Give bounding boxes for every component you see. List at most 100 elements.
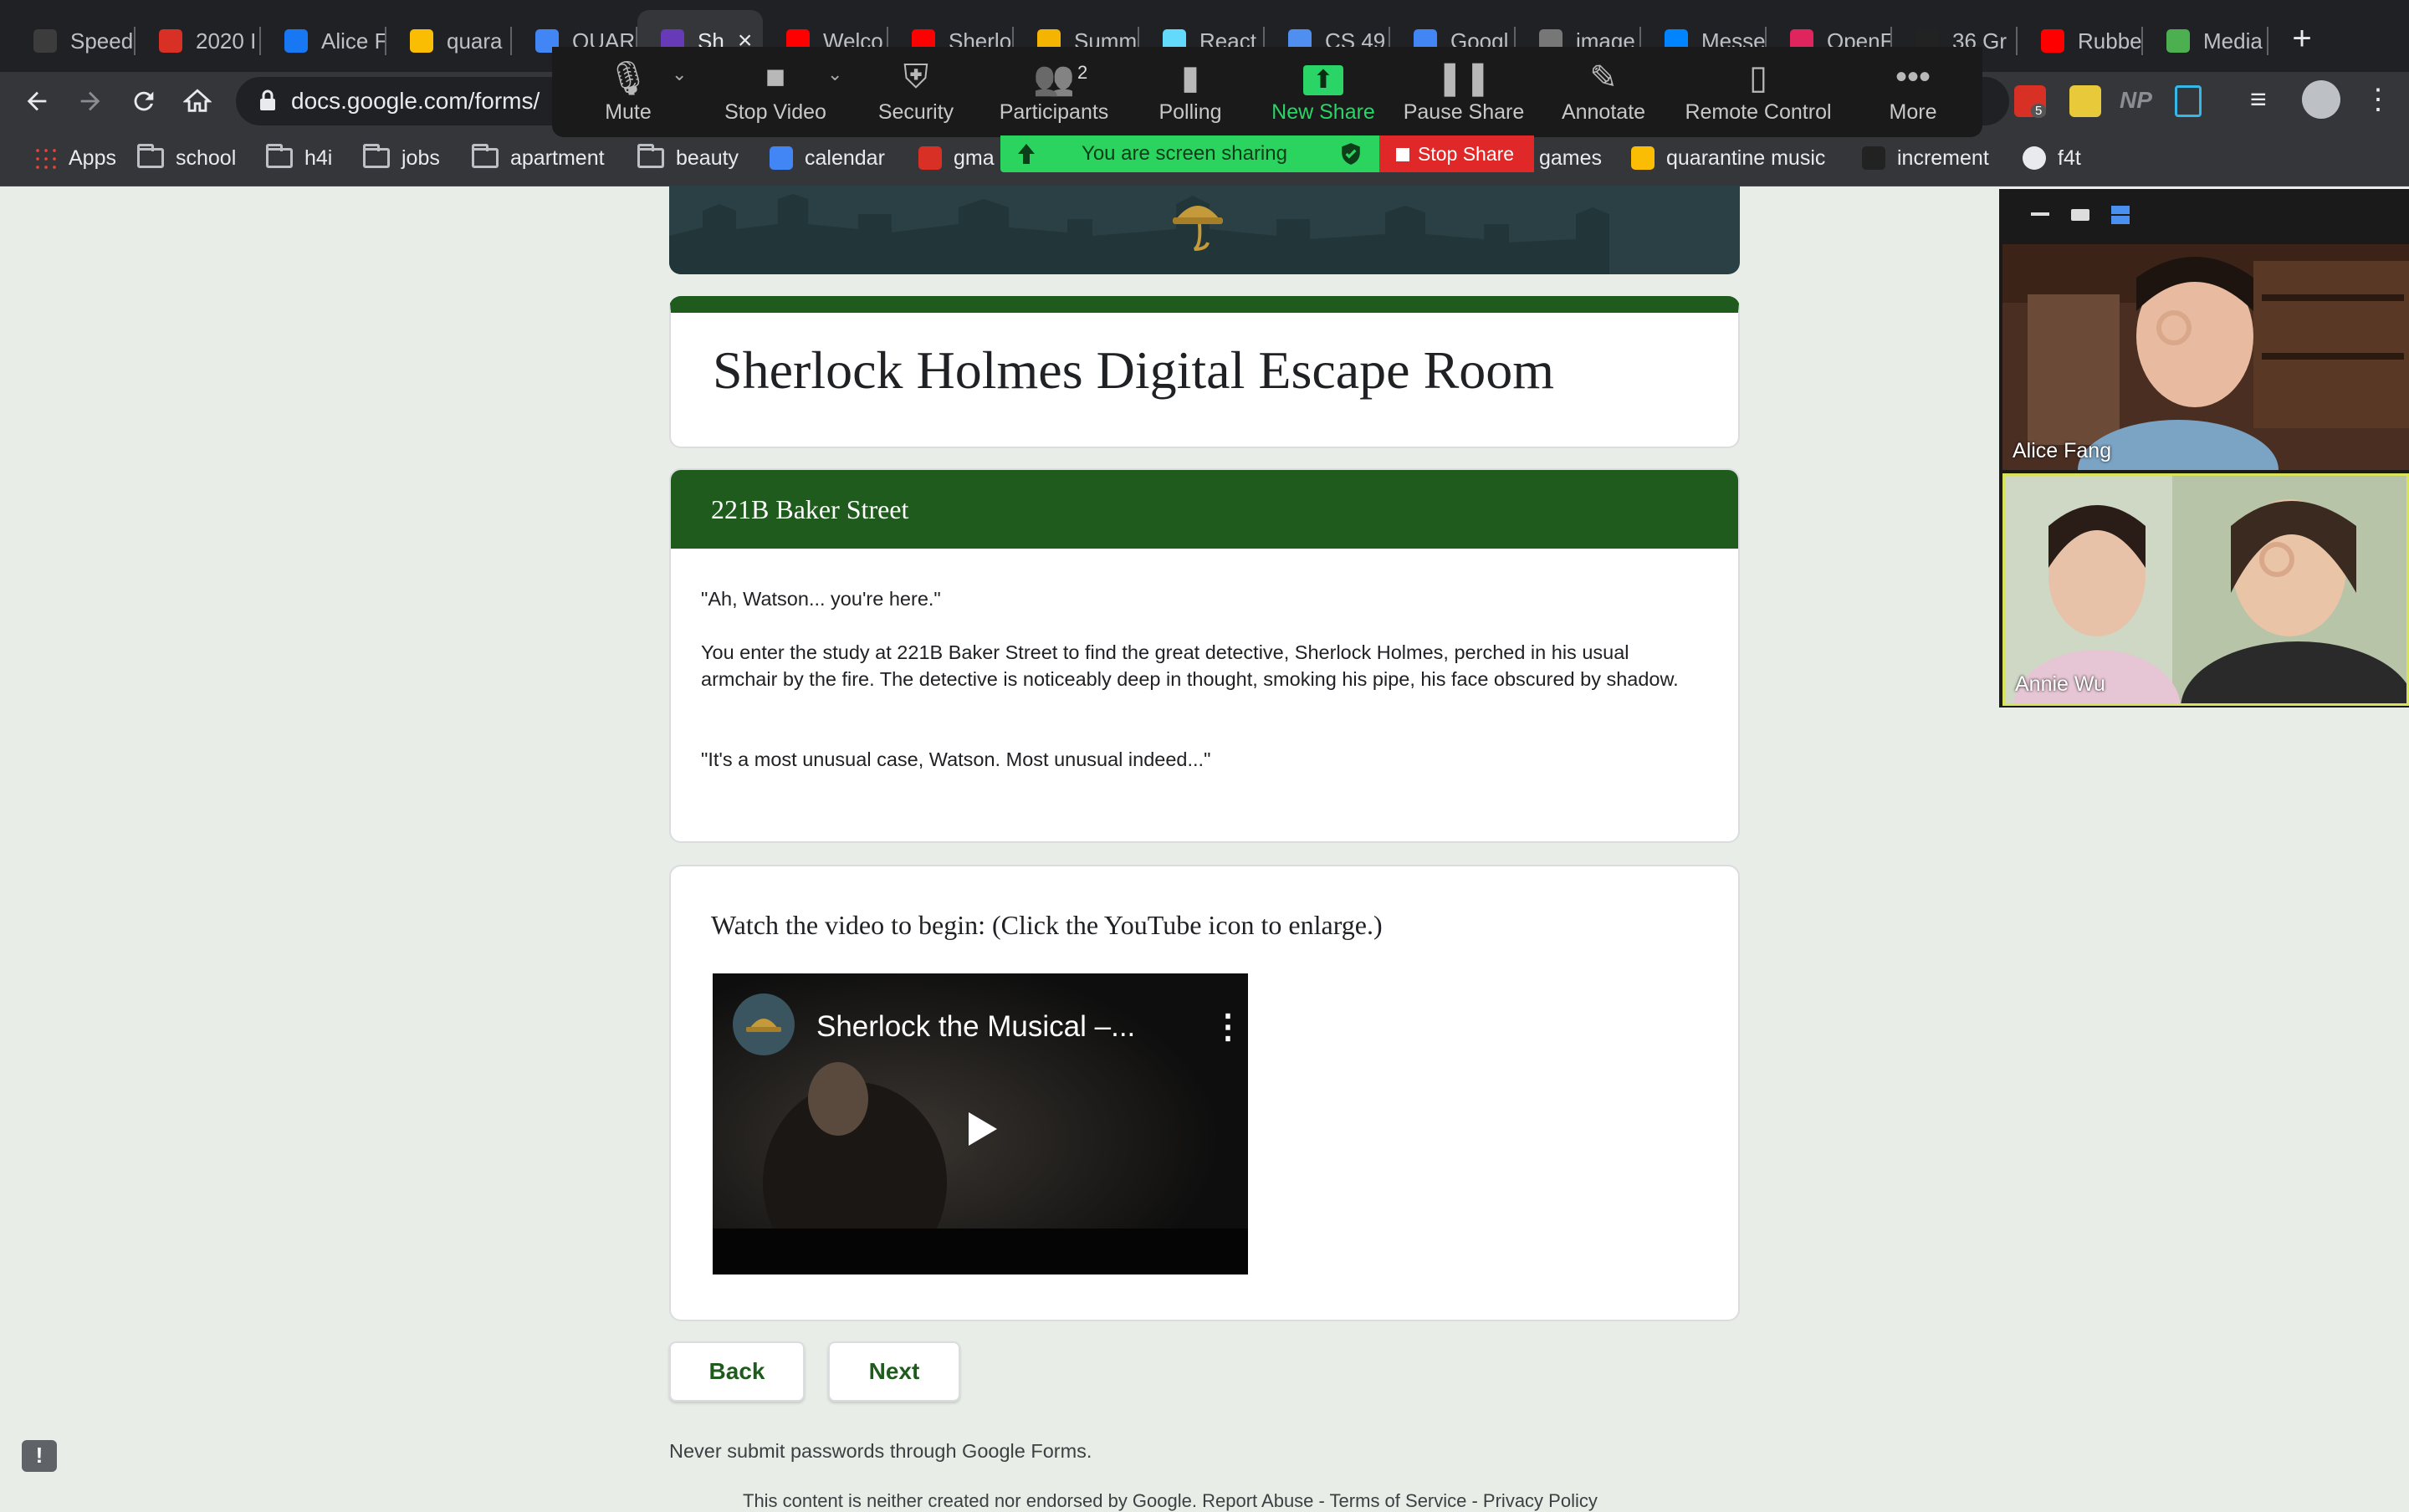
reload-icon[interactable] xyxy=(119,72,169,130)
section-paragraph-1: "Ah, Watson... you're here." xyxy=(701,588,941,610)
footer-links[interactable]: This content is neither created nor endo… xyxy=(743,1490,1598,1512)
home-icon[interactable] xyxy=(172,72,222,130)
participant-video-feed xyxy=(2002,244,2409,470)
participant-video-annie[interactable]: Annie Wu xyxy=(2002,473,2409,706)
bookmark-h4i[interactable]: h4i xyxy=(266,130,332,186)
form-header-banner xyxy=(669,186,1740,274)
notes-extension-icon[interactable] xyxy=(2069,85,2101,117)
participant-video-feed xyxy=(2005,476,2406,703)
folder-icon xyxy=(363,144,390,168)
bookmark-label: beauty xyxy=(676,146,739,170)
section-header: 221B Baker Street xyxy=(671,470,1738,549)
tab-18[interactable]: Media xyxy=(2143,10,2268,72)
drive-icon xyxy=(410,29,433,53)
zoom-polling-button[interactable]: ▮ Polling xyxy=(1115,47,1266,137)
zoom-button-label: Participants xyxy=(999,100,1109,124)
browser-menu-icon[interactable]: ⋮ xyxy=(2364,80,2392,119)
report-feedback-icon[interactable]: ! xyxy=(22,1440,57,1472)
zoom-button-label: Remote Control xyxy=(1685,100,1832,124)
zoom-more-button[interactable]: ••• More xyxy=(1838,47,1988,137)
back-button[interactable]: Back xyxy=(669,1341,805,1402)
tab-label: 2020 I xyxy=(196,28,257,54)
up-arrow-icon xyxy=(1018,144,1035,164)
youtube-video-embed[interactable]: Sherlock the Musical –... ⋮ xyxy=(713,973,1248,1274)
bar-chart-icon: ▮ xyxy=(1180,59,1200,96)
zoom-remote-control-button[interactable]: ▯ Remote Control xyxy=(1683,47,1834,137)
gallery-view-icon[interactable] xyxy=(2111,206,2130,224)
password-warning: Never submit passwords through Google Fo… xyxy=(669,1440,1092,1462)
shield-icon: ⛨ xyxy=(903,59,928,95)
zoom-annotate-button[interactable]: ✎ Annotate xyxy=(1528,47,1679,137)
zoom-participants-button[interactable]: 👥 Participants 2 xyxy=(979,47,1129,137)
zoom-button-label: Stop Video xyxy=(724,100,826,124)
bookmark-increment[interactable]: increment xyxy=(1862,130,1989,186)
tab-17[interactable]: Rubbe xyxy=(2018,10,2143,72)
bookmark-Apps[interactable]: Apps xyxy=(33,130,116,186)
zoom-button-label: Annotate xyxy=(1561,100,1646,124)
zoom-button-label: More xyxy=(1889,100,1937,124)
next-button[interactable]: Next xyxy=(828,1341,960,1402)
tab-separator xyxy=(2267,27,2268,55)
pause-icon: ❚❚ xyxy=(1435,59,1492,96)
url-text: docs.google.com/forms/ xyxy=(291,88,540,114)
bookmark-apartment[interactable]: apartment xyxy=(472,130,605,186)
folder-icon xyxy=(472,144,499,168)
zoom-pause-share-button[interactable]: ❚❚ Pause Share xyxy=(1389,47,1539,137)
bookmark-f4t[interactable]: f4t xyxy=(2023,130,2081,186)
shield-check-icon xyxy=(1342,143,1360,165)
zoom-mute-button[interactable]: 🎙 Mute ⌄ xyxy=(553,47,703,137)
tab-4[interactable]: quara xyxy=(386,10,512,72)
bookmark-beauty[interactable]: beauty xyxy=(637,130,739,186)
participants-icon: 👥 xyxy=(1033,60,1075,97)
media-control-icon[interactable]: ≡ xyxy=(2250,84,2267,116)
minimize-icon[interactable] xyxy=(2031,212,2049,216)
bookmark-label: quarantine music xyxy=(1666,146,1826,170)
pencil-icon: ✎ xyxy=(1589,59,1618,96)
bookmark-quarantine-music[interactable]: quarantine music xyxy=(1631,130,1825,186)
bookmark-label: school xyxy=(176,146,237,170)
bookmark-school[interactable]: school xyxy=(137,130,236,186)
new-tab-button[interactable]: + xyxy=(2284,20,2320,57)
share-arrow-icon: ⬆ xyxy=(1303,59,1343,96)
cup-extension-icon[interactable] xyxy=(2175,85,2202,117)
zoom-stop-video-button[interactable]: ■ Stop Video ⌄ xyxy=(700,47,851,137)
video-more-icon[interactable]: ⋮ xyxy=(1211,1010,1245,1044)
bookmark-games[interactable]: games xyxy=(1539,130,1602,186)
participant-video-alice[interactable]: Alice Fang xyxy=(2002,244,2409,470)
forward-arrow-icon[interactable] xyxy=(65,72,115,130)
tab-3[interactable]: Alice F xyxy=(261,10,386,72)
chevron-down-icon[interactable]: ⌄ xyxy=(672,64,687,85)
channel-avatar[interactable] xyxy=(733,994,795,1055)
tab-label: Speed xyxy=(70,28,134,54)
play-icon[interactable] xyxy=(960,1109,1000,1153)
video-title[interactable]: Sherlock the Musical –... xyxy=(816,1010,1135,1044)
github-icon xyxy=(2023,146,2046,170)
folder-icon xyxy=(266,144,293,168)
bookmark-jobs[interactable]: jobs xyxy=(363,130,440,186)
stop-share-button[interactable]: Stop Share xyxy=(1379,135,1534,172)
section-paragraph-2: You enter the study at 221B Baker Street… xyxy=(701,641,1679,690)
apps-icon xyxy=(33,146,57,170)
single-view-icon[interactable] xyxy=(2071,209,2089,221)
bookmark-label: calendar xyxy=(805,146,885,170)
tab-label: Alice F xyxy=(321,28,386,54)
section-card: 221B Baker Street "Ah, Watson... you're … xyxy=(669,468,1740,843)
deerstalker-hat-icon xyxy=(1173,206,1223,251)
tab-2[interactable]: 2020 I xyxy=(136,10,261,72)
zoom-button-label: Mute xyxy=(605,100,652,124)
media-icon xyxy=(2166,29,2190,53)
bookmark-calendar[interactable]: calendar xyxy=(770,130,885,186)
np-extension-icon[interactable]: NP xyxy=(2120,87,2152,114)
stop-square-icon xyxy=(1396,148,1409,161)
bookmark-gma[interactable]: gma xyxy=(918,130,995,186)
gmail-icon xyxy=(159,29,182,53)
zoom-new-share-button[interactable]: ⬆ New Share xyxy=(1248,47,1399,137)
tab-label: quara xyxy=(447,28,503,54)
video-camera-icon: ■ xyxy=(765,59,786,95)
profile-avatar[interactable] xyxy=(2302,80,2340,119)
folder-icon xyxy=(137,144,164,168)
zoom-security-button[interactable]: ⛨ Security xyxy=(841,47,991,137)
back-arrow-icon[interactable] xyxy=(12,72,62,130)
tab-1[interactable]: Speed xyxy=(10,10,136,72)
zoom-video-panel: Alice Fang Annie Wu xyxy=(1999,189,2409,707)
